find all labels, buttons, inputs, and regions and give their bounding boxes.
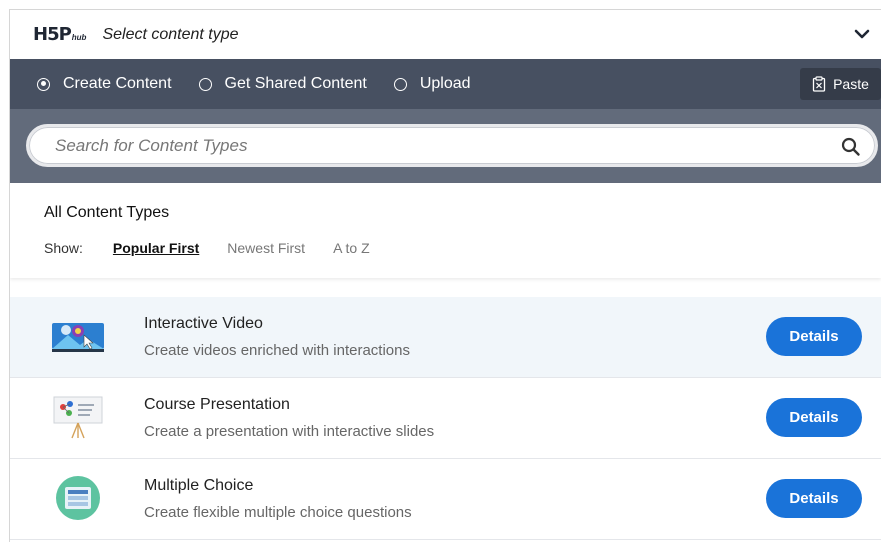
tab-create-content[interactable]: Create Content bbox=[37, 75, 172, 93]
show-label: Show: bbox=[44, 240, 83, 256]
tab-bar: Create Content Get Shared Content Upload… bbox=[10, 59, 881, 109]
item-description: Create a presentation with interactive s… bbox=[144, 423, 435, 440]
clipboard-icon bbox=[812, 76, 826, 92]
list-item[interactable]: Multiple Choice Create flexible multiple… bbox=[10, 459, 881, 540]
sort-popular-first[interactable]: Popular First bbox=[113, 240, 199, 256]
paste-label: Paste bbox=[833, 76, 869, 92]
course-presentation-icon bbox=[53, 396, 103, 439]
hub-header[interactable]: H5P hub Select content type bbox=[10, 10, 881, 59]
search-icon[interactable] bbox=[841, 137, 861, 157]
item-description: Create flexible multiple choice question… bbox=[144, 504, 412, 521]
sort-a-to-z[interactable]: A to Z bbox=[333, 240, 370, 256]
radio-unchecked-icon bbox=[198, 77, 212, 91]
tab-upload[interactable]: Upload bbox=[393, 75, 471, 93]
content-type-list: Interactive Video Create videos enriched… bbox=[10, 297, 881, 540]
hub-title: Select content type bbox=[102, 25, 239, 43]
radio-unchecked-icon bbox=[393, 77, 407, 91]
interactive-video-icon bbox=[52, 323, 104, 352]
sort-options: Show: Popular First Newest First A to Z bbox=[44, 240, 398, 256]
item-description: Create videos enriched with interactions bbox=[144, 342, 410, 359]
radio-checked-icon bbox=[37, 77, 50, 91]
tab-label: Upload bbox=[419, 75, 471, 92]
tab-label: Create Content bbox=[63, 75, 172, 92]
multiple-choice-icon bbox=[56, 476, 100, 520]
section-title: All Content Types bbox=[44, 204, 170, 221]
item-title: Multiple Choice bbox=[144, 477, 254, 494]
item-title: Course Presentation bbox=[144, 396, 290, 413]
details-button[interactable]: Details bbox=[766, 398, 862, 437]
chevron-down-icon[interactable] bbox=[854, 27, 870, 41]
search-input[interactable] bbox=[53, 134, 875, 157]
logo-sub: hub bbox=[71, 33, 87, 42]
h5p-hub-logo: H5P hub bbox=[33, 24, 86, 45]
list-item[interactable]: Course Presentation Create a presentatio… bbox=[10, 378, 881, 459]
tab-label: Get Shared Content bbox=[224, 75, 367, 92]
logo-main: H5P bbox=[33, 24, 72, 45]
search-box[interactable] bbox=[26, 124, 878, 167]
details-button[interactable]: Details bbox=[766, 317, 862, 356]
filters-panel: All Content Types Show: Popular First Ne… bbox=[10, 183, 881, 278]
search-area bbox=[10, 109, 881, 183]
list-item[interactable]: Interactive Video Create videos enriched… bbox=[10, 297, 881, 378]
details-button[interactable]: Details bbox=[766, 479, 862, 518]
sort-newest-first[interactable]: Newest First bbox=[227, 240, 305, 256]
tab-get-shared-content[interactable]: Get Shared Content bbox=[198, 75, 367, 93]
item-title: Interactive Video bbox=[144, 315, 263, 332]
paste-button[interactable]: Paste bbox=[800, 68, 881, 100]
content-type-selector: H5P hub Select content type Create Conte… bbox=[9, 9, 881, 542]
